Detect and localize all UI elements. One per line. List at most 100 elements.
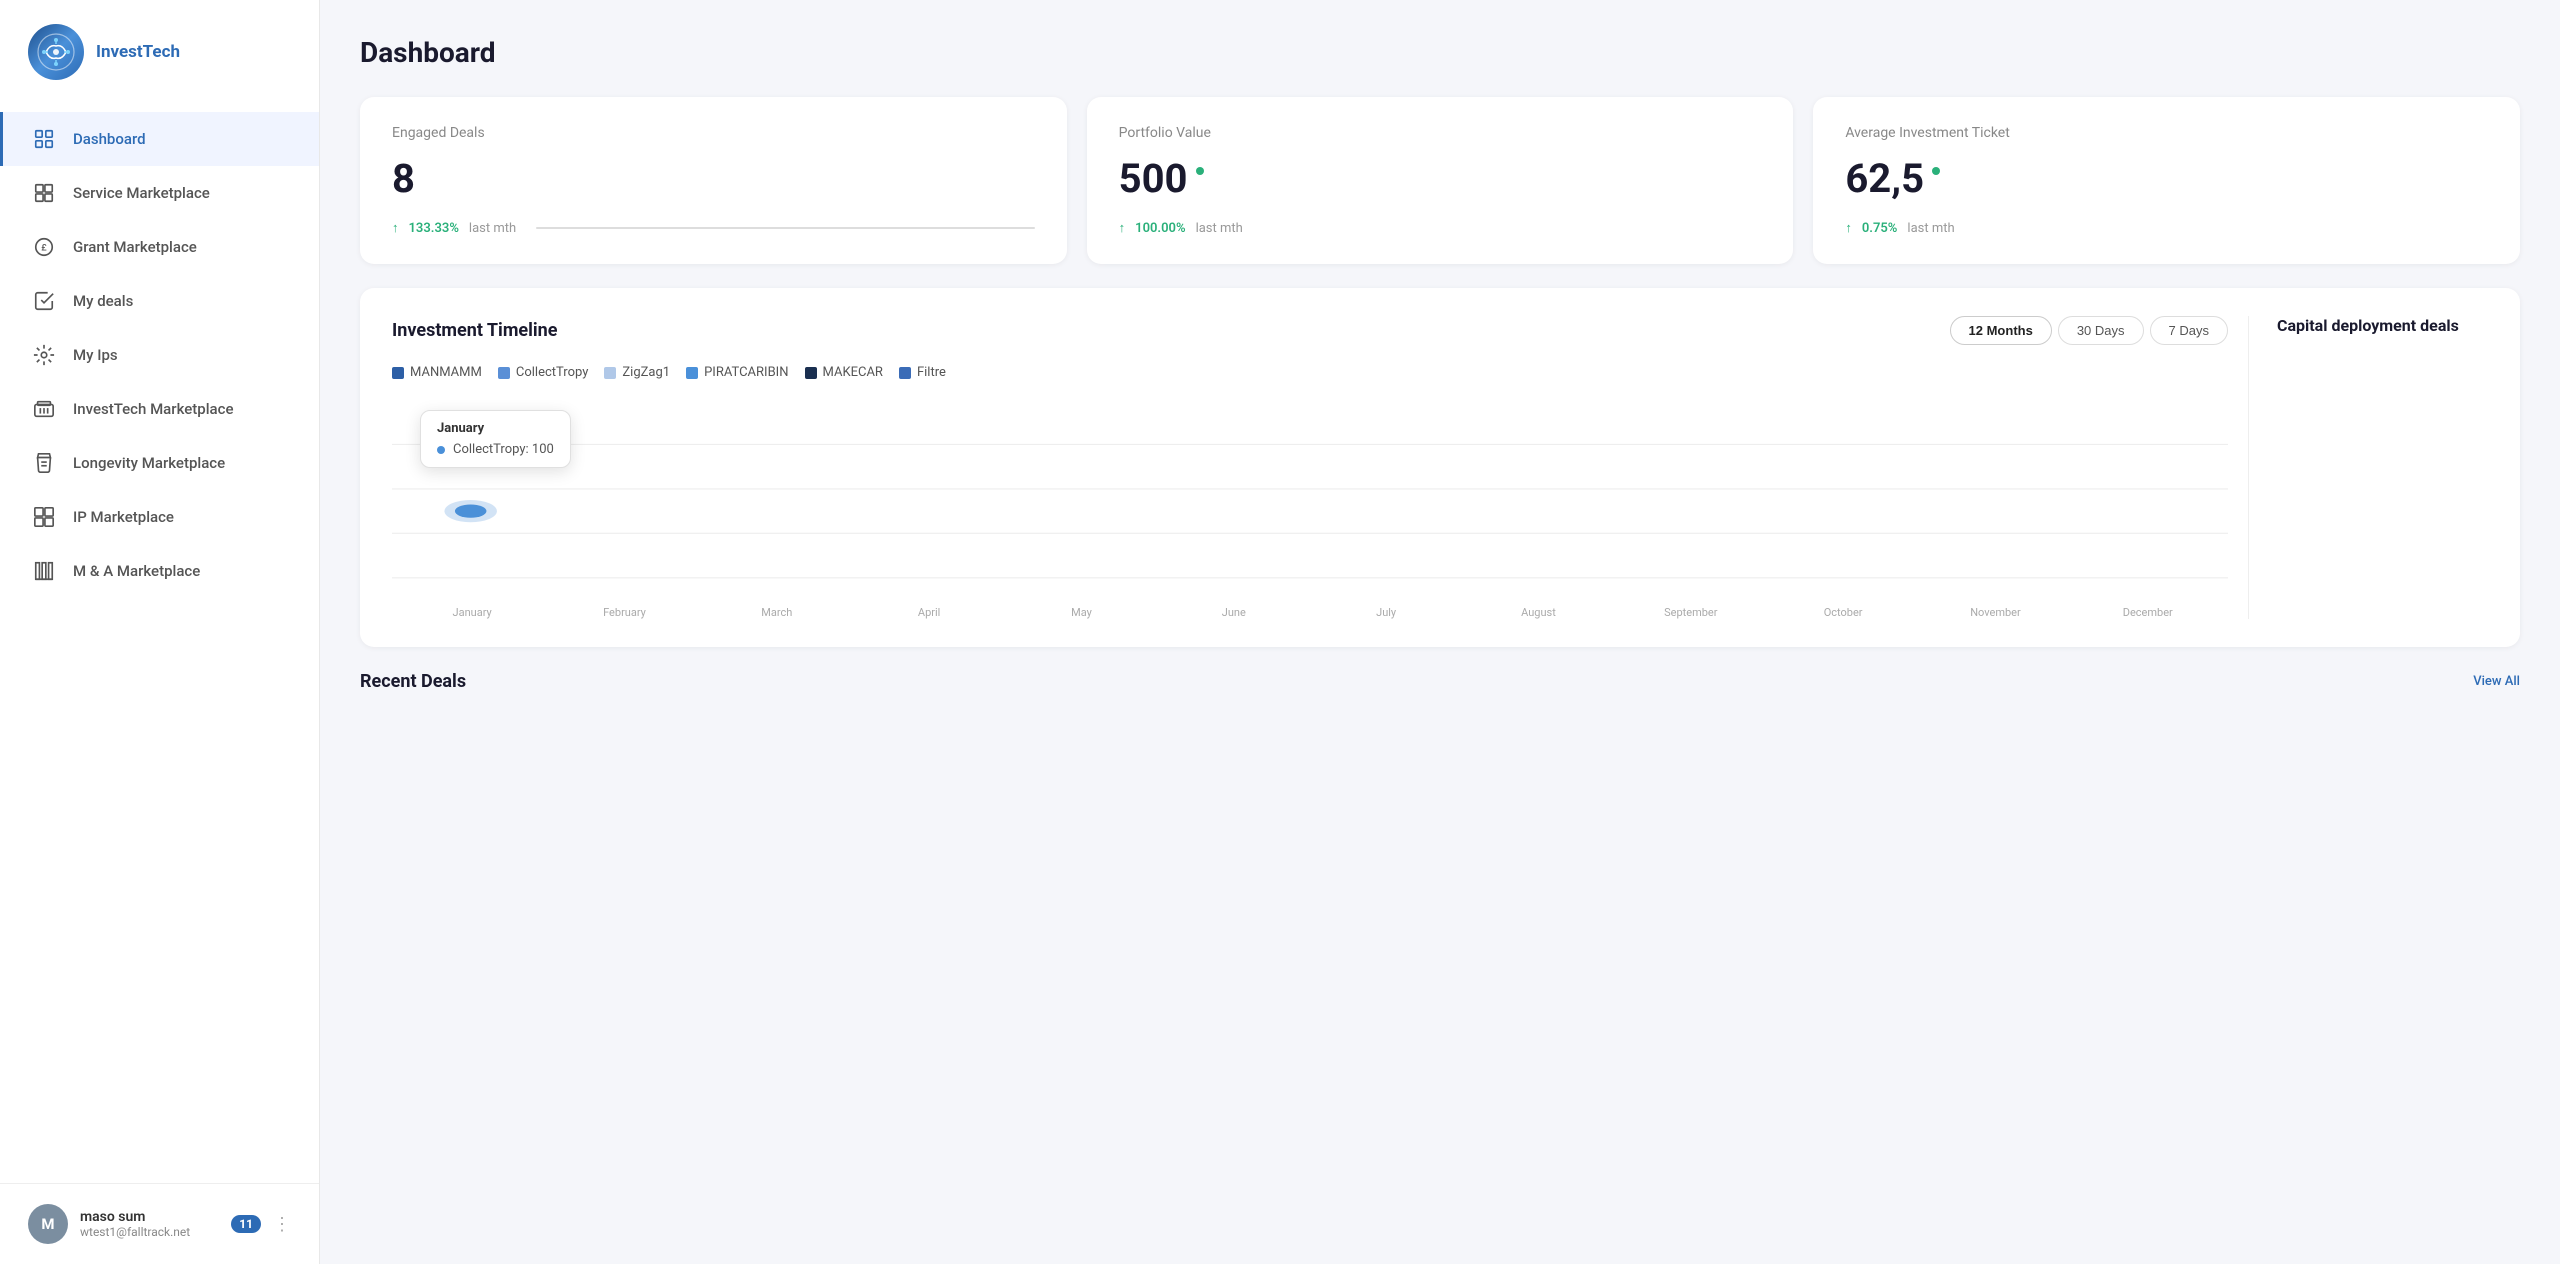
x-label-jan: January	[396, 606, 548, 619]
engaged-deals-arrow: ↑	[392, 220, 399, 236]
legend-dot-piratcaribin	[686, 367, 698, 379]
dashboard-icon	[31, 126, 57, 152]
avg-ticket-pct: 0.75%	[1862, 221, 1898, 236]
svg-text:£: £	[41, 244, 47, 254]
chart-section: Investment Timeline 12 Months 30 Days 7 …	[360, 288, 2520, 647]
chart-header: Investment Timeline 12 Months 30 Days 7 …	[392, 316, 2228, 345]
ma-marketplace-icon	[31, 558, 57, 584]
portfolio-value-card: Portfolio Value 500 ↑ 100.00% last mth	[1087, 97, 1794, 264]
x-label-mar: March	[701, 606, 853, 619]
avatar: M	[28, 1204, 68, 1244]
filter-7days[interactable]: 7 Days	[2150, 316, 2228, 345]
legend-makecar: MAKECAR	[805, 365, 883, 380]
sidebar-item-my-deals[interactable]: My deals	[0, 274, 319, 328]
tooltip-month: January	[437, 421, 554, 436]
legend-label-collecttropy: CollectTropy	[516, 365, 589, 380]
portfolio-value-label: Portfolio Value	[1119, 125, 1762, 141]
service-marketplace-icon	[31, 180, 57, 206]
avg-ticket-card: Average Investment Ticket 62,5 ↑ 0.75% l…	[1813, 97, 2520, 264]
sidebar-label-dashboard: Dashboard	[73, 130, 146, 148]
x-label-aug: August	[1462, 606, 1614, 619]
page-title: Dashboard	[360, 36, 2520, 69]
filter-12months[interactable]: 12 Months	[1950, 316, 2052, 345]
legend-collecttropy: CollectTropy	[498, 365, 589, 380]
capital-panel: Capital deployment deals	[2248, 316, 2488, 619]
ip-marketplace-icon	[31, 504, 57, 530]
chart-title: Investment Timeline	[392, 320, 557, 341]
legend-piratcaribin: PIRATCARIBIN	[686, 365, 788, 380]
sidebar: InvestTech Dashboard	[0, 0, 320, 1264]
x-label-jul: July	[1310, 606, 1462, 619]
sidebar-label-investtech-marketplace: InvestTech Marketplace	[73, 400, 233, 418]
recent-deals-header: Recent Deals View All	[360, 671, 2520, 692]
grant-marketplace-icon: £	[31, 234, 57, 260]
chart-main: Investment Timeline 12 Months 30 Days 7 …	[392, 316, 2228, 619]
sidebar-label-longevity-marketplace: Longevity Marketplace	[73, 454, 225, 472]
sidebar-item-dashboard[interactable]: Dashboard	[0, 112, 319, 166]
sidebar-item-ip-marketplace[interactable]: IP Marketplace	[0, 490, 319, 544]
sidebar-footer: M maso sum wtest1@falltrack.net 11 ⋮	[0, 1183, 319, 1264]
engaged-deals-last: last mth	[469, 221, 516, 236]
app-name: InvestTech	[96, 41, 180, 63]
longevity-marketplace-icon	[31, 450, 57, 476]
sidebar-item-my-ips[interactable]: My Ips	[0, 328, 319, 382]
engaged-deals-label: Engaged Deals	[392, 125, 1035, 141]
avg-ticket-dot	[1932, 167, 1940, 175]
x-label-nov: November	[1919, 606, 2071, 619]
sidebar-label-my-ips: My Ips	[73, 346, 118, 364]
logo-container: InvestTech	[0, 0, 319, 104]
notification-badge[interactable]: 11	[231, 1215, 261, 1233]
portfolio-value-arrow: ↑	[1119, 220, 1126, 236]
time-filters: 12 Months 30 Days 7 Days	[1950, 316, 2228, 345]
stats-row: Engaged Deals 8 ↑ 133.33% last mth Portf…	[360, 97, 2520, 264]
legend-dot-zigzag1	[604, 367, 616, 379]
my-ips-icon	[31, 342, 57, 368]
user-email: wtest1@falltrack.net	[80, 1225, 219, 1239]
main-content: Dashboard Engaged Deals 8 ↑ 133.33% last…	[320, 0, 2560, 1264]
tooltip-dot	[437, 446, 445, 454]
legend-label-manmamm: MANMAMM	[410, 365, 482, 380]
portfolio-value-last: last mth	[1196, 221, 1243, 236]
sidebar-item-investtech-marketplace[interactable]: InvestTech Marketplace	[0, 382, 319, 436]
tooltip-row: CollectTropy: 100	[437, 442, 554, 457]
engaged-deals-pct: 133.33%	[409, 221, 459, 236]
tooltip-label: CollectTropy: 100	[453, 442, 554, 457]
view-all-button[interactable]: View All	[2473, 674, 2520, 689]
filter-30days[interactable]: 30 Days	[2058, 316, 2144, 345]
legend-dot-collecttropy	[498, 367, 510, 379]
avg-ticket-value: 62,5	[1845, 155, 1924, 202]
portfolio-value-value: 500	[1119, 155, 1188, 202]
legend-dot-manmamm	[392, 367, 404, 379]
more-options-button[interactable]: ⋮	[273, 1214, 291, 1235]
engaged-deals-value: 8	[392, 155, 1035, 202]
sidebar-item-longevity-marketplace[interactable]: Longevity Marketplace	[0, 436, 319, 490]
sidebar-item-service-marketplace[interactable]: Service Marketplace	[0, 166, 319, 220]
legend-label-filtre: Filtre	[917, 365, 946, 380]
avg-ticket-last: last mth	[1907, 221, 1954, 236]
sidebar-label-grant-marketplace: Grant Marketplace	[73, 238, 197, 256]
my-deals-icon	[31, 288, 57, 314]
legend-manmamm: MANMAMM	[392, 365, 482, 380]
x-axis-labels: January February March April May June Ju…	[392, 606, 2228, 619]
portfolio-value-dot	[1196, 167, 1204, 175]
sidebar-item-grant-marketplace[interactable]: £ Grant Marketplace	[0, 220, 319, 274]
user-info: maso sum wtest1@falltrack.net	[80, 1209, 219, 1239]
user-name: maso sum	[80, 1209, 219, 1225]
legend-label-piratcaribin: PIRATCARIBIN	[704, 365, 788, 380]
investment-chart	[392, 400, 2228, 600]
sidebar-item-ma-marketplace[interactable]: M & A Marketplace	[0, 544, 319, 598]
chart-tooltip: January CollectTropy: 100	[420, 410, 571, 468]
recent-deals-title: Recent Deals	[360, 671, 466, 692]
chart-wrapper: January CollectTropy: 100	[392, 400, 2228, 600]
sidebar-label-service-marketplace: Service Marketplace	[73, 184, 210, 202]
sidebar-label-ip-marketplace: IP Marketplace	[73, 508, 174, 526]
navigation: Dashboard Service Marketplace £	[0, 104, 319, 1183]
avg-ticket-footer: ↑ 0.75% last mth	[1845, 220, 2488, 236]
legend-label-makecar: MAKECAR	[823, 365, 883, 380]
x-label-sep: September	[1615, 606, 1767, 619]
portfolio-value-footer: ↑ 100.00% last mth	[1119, 220, 1762, 236]
sidebar-label-ma-marketplace: M & A Marketplace	[73, 562, 200, 580]
portfolio-value-pct: 100.00%	[1135, 221, 1185, 236]
sidebar-label-my-deals: My deals	[73, 292, 133, 310]
legend-zigzag1: ZigZag1	[604, 365, 670, 380]
